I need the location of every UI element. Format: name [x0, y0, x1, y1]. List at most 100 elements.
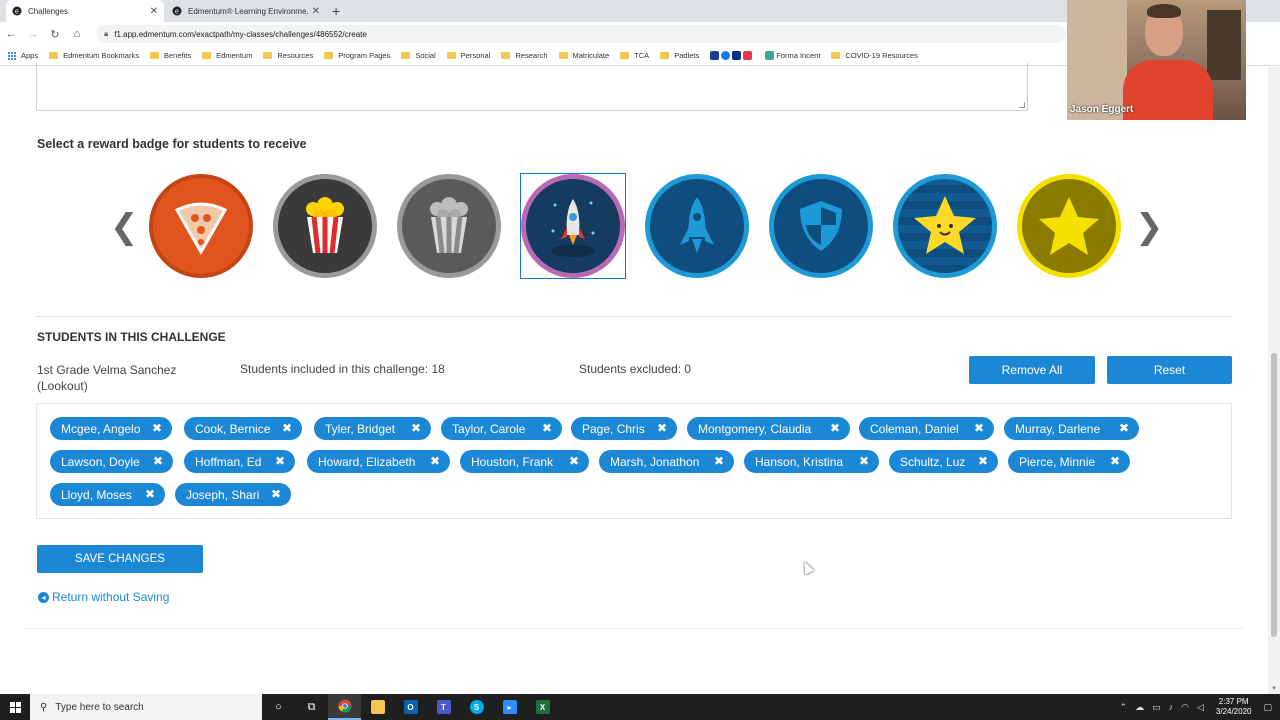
forward-icon[interactable]: → — [22, 28, 44, 40]
excluded-count: Students excluded: 0 — [579, 362, 692, 376]
student-name: Page, Chris — [582, 421, 645, 436]
skype-icon[interactable]: S — [460, 694, 493, 720]
carousel-prev-icon[interactable]: ❮ — [110, 207, 139, 247]
site-favicon-icon — [721, 51, 731, 60]
tray-overflow-icon[interactable]: ⌃ — [1120, 702, 1128, 713]
tab-challenges[interactable]: e Challenges ✕ — [6, 0, 164, 22]
notifications-icon[interactable]: ▢ — [1263, 702, 1272, 713]
bookmark-social[interactable]: Social — [401, 51, 436, 60]
reward-badge-label: Select a reward badge for students to re… — [37, 137, 307, 151]
carousel-next-icon[interactable]: ❯ — [1135, 207, 1164, 247]
remove-student-icon[interactable]: ✖ — [153, 454, 163, 468]
bookmark-edmentum[interactable]: Edmentum — [202, 51, 252, 60]
remove-student-icon[interactable]: ✖ — [1119, 421, 1129, 435]
back-icon[interactable]: ← — [0, 28, 22, 40]
return-without-saving-link[interactable]: ◂ Return without Saving — [38, 590, 169, 604]
bookmark-edmentum-bookmarks[interactable]: Edmentum Bookmarks — [49, 51, 139, 60]
taskbar-search-box[interactable]: ⚲ Type here to search — [30, 694, 262, 720]
battery-icon[interactable]: ▭ — [1152, 702, 1161, 713]
clock-date: 3/24/2020 — [1215, 707, 1252, 716]
student-name: Mcgee, Angelo — [61, 421, 141, 436]
remove-student-icon[interactable]: ✖ — [411, 421, 421, 435]
outlook-icon[interactable]: O — [394, 694, 427, 720]
smiley-star-badge[interactable] — [893, 174, 997, 278]
cortana-icon[interactable]: ○ — [262, 694, 295, 720]
task-view-icon[interactable]: ⧉ — [295, 694, 328, 720]
onedrive-icon[interactable]: ☁ — [1135, 702, 1144, 713]
folder-icon — [558, 52, 568, 59]
edmentum-favicon-icon: e — [172, 6, 182, 16]
bookmark-site-icons[interactable] — [710, 51, 754, 60]
bookmark-research[interactable]: Research — [501, 51, 548, 60]
description-textarea[interactable] — [36, 63, 1028, 111]
student-name: Pierce, Minnie — [1019, 454, 1096, 469]
bookmark-program-pages[interactable]: Program Pages — [324, 51, 390, 60]
student-chip: Houston, Frank ✖ — [460, 450, 589, 473]
student-chip: Hoffman, Ed ✖ — [184, 450, 295, 473]
bookmark-benefits[interactable]: Benefits — [149, 51, 191, 60]
remove-student-icon[interactable]: ✖ — [542, 421, 552, 435]
remove-student-icon[interactable]: ✖ — [1110, 454, 1120, 468]
bookmark-forma-incent[interactable]: Forma Incent — [765, 51, 820, 60]
reload-icon[interactable]: ↻ — [44, 28, 66, 41]
pizza-badge[interactable] — [149, 174, 253, 278]
new-tab-icon[interactable]: + — [332, 3, 340, 19]
edmentum-favicon-icon: e — [12, 6, 22, 16]
start-button[interactable] — [0, 694, 30, 720]
scroll-down-icon[interactable]: ▼ — [1271, 686, 1277, 692]
reset-button[interactable]: Reset — [1107, 356, 1232, 384]
remove-student-icon[interactable]: ✖ — [714, 454, 724, 468]
remove-student-icon[interactable]: ✖ — [569, 454, 579, 468]
bookmark-apps[interactable]: Apps — [8, 51, 38, 60]
bookmark-padlets[interactable]: Padlets — [660, 51, 699, 60]
remove-student-icon[interactable]: ✖ — [282, 421, 292, 435]
bookmark-covid-resources[interactable]: COVID-19 Resources — [831, 51, 918, 60]
remove-student-icon[interactable]: ✖ — [978, 454, 988, 468]
url-bar[interactable]: 🔒︎ f1.app.edmentum.com/exactpath/my-clas… — [96, 25, 1066, 43]
remove-student-icon[interactable]: ✖ — [430, 454, 440, 468]
svg-text:e: e — [15, 9, 19, 16]
resize-grip-icon[interactable] — [1019, 102, 1025, 108]
folder-icon — [831, 52, 841, 59]
remove-student-icon[interactable]: ✖ — [830, 421, 840, 435]
remove-student-icon[interactable]: ✖ — [152, 421, 162, 435]
tab-close-icon[interactable]: ✕ — [150, 6, 158, 17]
popcorn-color-badge[interactable] — [273, 174, 377, 278]
remove-student-icon[interactable]: ✖ — [275, 454, 285, 468]
microphone-icon[interactable]: ♪ — [1169, 702, 1174, 712]
home-icon[interactable]: ⌂ — [66, 28, 88, 40]
gold-star-badge[interactable] — [1017, 174, 1121, 278]
rocket-launch-badge[interactable] — [521, 174, 625, 278]
bookmark-resources[interactable]: Resources — [263, 51, 313, 60]
remove-student-icon[interactable]: ✖ — [859, 454, 869, 468]
chrome-icon[interactable] — [328, 694, 361, 720]
taskbar-clock[interactable]: 2:37 PM 3/24/2020 — [1216, 697, 1252, 717]
shield-badge[interactable] — [769, 174, 873, 278]
popcorn-gray-badge[interactable] — [397, 174, 501, 278]
student-name: Lloyd, Moses — [61, 487, 132, 502]
star-icon — [1039, 197, 1099, 255]
bookmark-tca[interactable]: TCA — [620, 51, 649, 60]
remove-student-icon[interactable]: ✖ — [271, 487, 281, 501]
tab-close-icon[interactable]: ✕ — [312, 6, 320, 17]
page-scrollbar[interactable]: ▼ — [1268, 67, 1280, 694]
scrollbar-thumb[interactable] — [1271, 353, 1277, 637]
remove-student-icon[interactable]: ✖ — [657, 421, 667, 435]
student-chip: Cook, Bernice ✖ — [184, 417, 302, 440]
teams-icon[interactable]: T — [427, 694, 460, 720]
bookmark-matriculate[interactable]: Matriculate — [558, 51, 609, 60]
zoom-icon[interactable]: ▸ — [493, 694, 526, 720]
remove-student-icon[interactable]: ✖ — [145, 487, 155, 501]
save-changes-button[interactable]: SAVE CHANGES — [37, 545, 203, 573]
network-icon[interactable]: ◠ — [1181, 702, 1189, 713]
bookmark-personal[interactable]: Personal — [446, 51, 490, 60]
remove-student-icon[interactable]: ✖ — [974, 421, 984, 435]
tab-edmentum-learning[interactable]: e Edmentum® Learning Environme... ✕ — [166, 0, 326, 22]
excel-icon[interactable]: X — [526, 694, 559, 720]
file-explorer-icon[interactable] — [361, 694, 394, 720]
volume-icon[interactable]: ◁ — [1197, 702, 1204, 713]
remove-all-button[interactable]: Remove All — [969, 356, 1095, 384]
students-heading: STUDENTS IN THIS CHALLENGE — [37, 330, 226, 344]
lock-icon: 🔒︎ — [104, 29, 109, 38]
rocket-blue-badge[interactable] — [645, 174, 749, 278]
